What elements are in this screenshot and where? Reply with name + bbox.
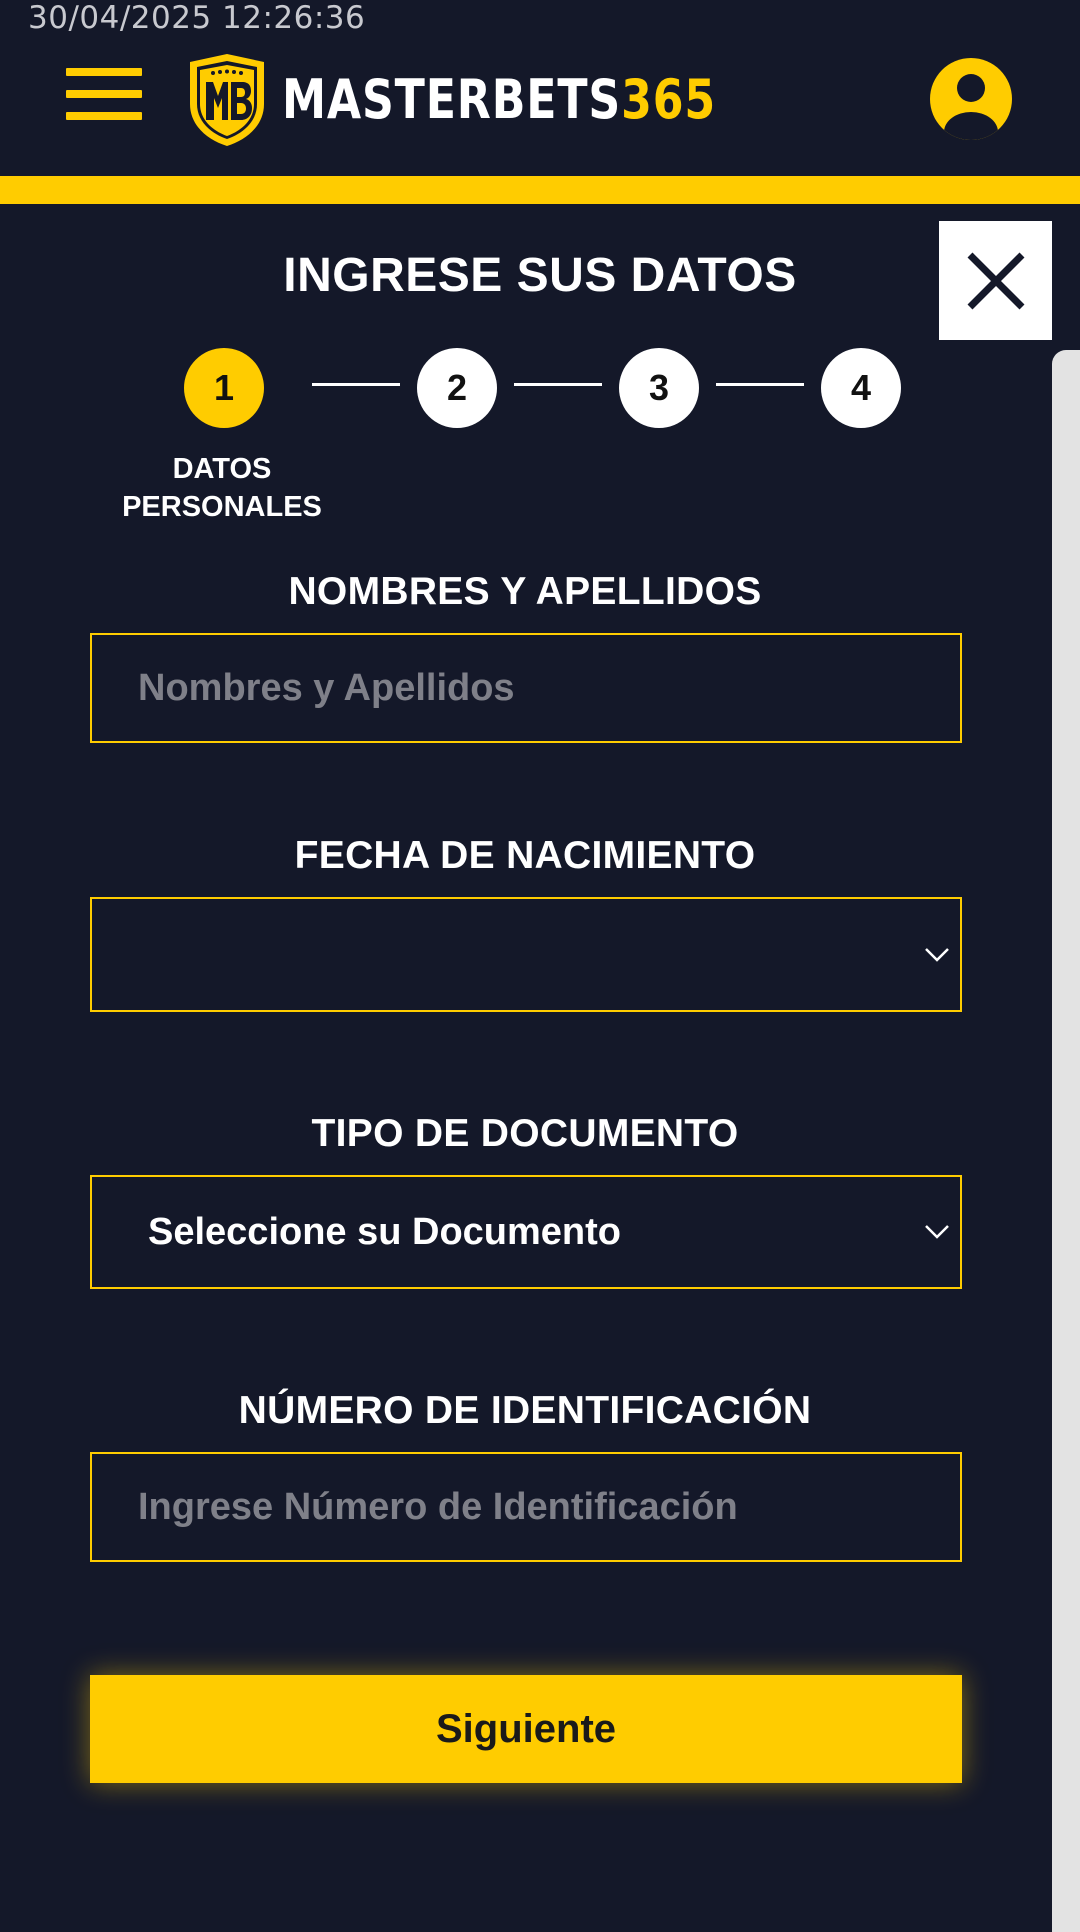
names-input[interactable]: Nombres y Apellidos	[90, 633, 962, 743]
form-title: INGRESE SUS DATOS	[283, 249, 797, 302]
step-1-label: DATOS PERSONALES	[92, 450, 352, 526]
hamburger-line	[66, 90, 142, 98]
brand-logo[interactable]: MB MASTERBETS365	[186, 52, 811, 148]
shield-logo-icon: MB	[190, 54, 264, 146]
top-header: MB MASTERBETS365	[0, 0, 1080, 176]
document-type-select[interactable]: Seleccione su Documento	[90, 1175, 962, 1289]
step-2-indicator: 2	[417, 348, 497, 428]
chevron-down-icon	[925, 1225, 949, 1239]
document-type-label: TIPO DE DOCUMENTO	[311, 1112, 739, 1155]
id-number-placeholder: Ingrese Número de Identificación	[138, 1485, 738, 1528]
step-connector	[312, 383, 400, 386]
step-connector	[514, 383, 602, 386]
next-button[interactable]: Siguiente	[90, 1675, 962, 1783]
birthdate-select[interactable]	[90, 897, 962, 1012]
brand-name-accent: 365	[621, 68, 716, 131]
chevron-down-icon	[925, 947, 949, 962]
header-accent-bar	[0, 176, 1080, 204]
hamburger-line	[66, 112, 142, 120]
document-type-selected: Seleccione su Documento	[148, 1210, 622, 1253]
names-placeholder: Nombres y Apellidos	[138, 666, 515, 709]
step-connector	[716, 383, 804, 386]
hamburger-line	[66, 68, 142, 76]
step-1-label-line1: DATOS	[172, 453, 272, 485]
brand-name-main: MASTERBETS	[282, 68, 622, 131]
scrollbar[interactable]	[1052, 350, 1080, 1932]
step-1-label-line2: PERSONALES	[122, 491, 322, 523]
step-3-indicator: 3	[619, 348, 699, 428]
hamburger-menu-icon[interactable]	[66, 68, 142, 120]
step-4-indicator: 4	[821, 348, 901, 428]
birthdate-label: FECHA DE NACIMIENTO	[294, 834, 756, 877]
registration-page: 30/04/2025 12:26:36 MB MASTERBETS365	[0, 0, 1080, 1932]
id-number-label: NÚMERO DE IDENTIFICACIÓN	[238, 1389, 812, 1432]
id-number-input[interactable]: Ingrese Número de Identificación	[90, 1452, 962, 1562]
step-1-indicator: 1	[184, 348, 264, 428]
names-label: NOMBRES Y APELLIDOS	[288, 570, 762, 613]
user-account-icon[interactable]	[930, 58, 1012, 140]
brand-name: MASTERBETS365	[282, 52, 716, 148]
user-silhouette-icon	[944, 74, 998, 140]
